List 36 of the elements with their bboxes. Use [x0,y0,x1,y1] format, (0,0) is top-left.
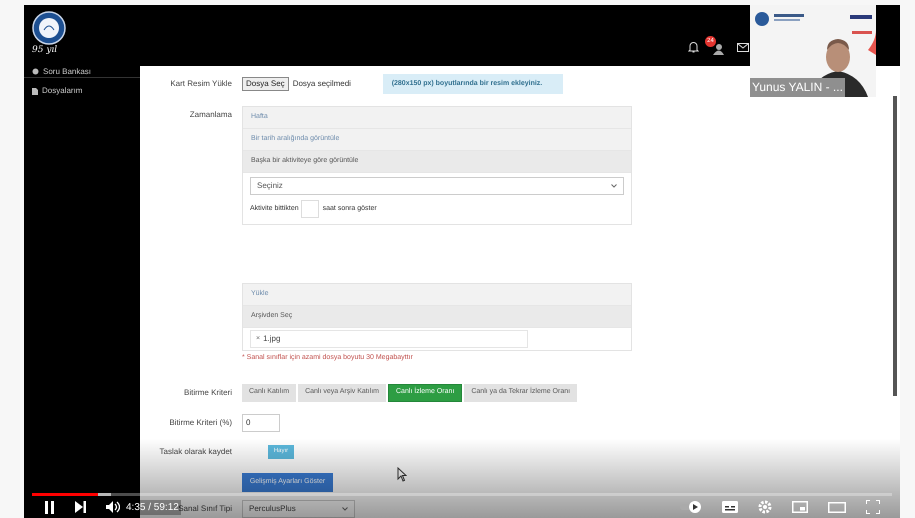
select-field[interactable]: Seçiniz [250,177,624,195]
chevron-down-icon [611,184,617,188]
field-label: Zamanlama [190,109,232,121]
subtitles-icon[interactable] [722,501,738,513]
bell-icon[interactable] [688,41,699,53]
percent-input[interactable]: 0 [242,414,280,432]
hours-input[interactable] [300,200,319,218]
theater-mode-icon[interactable] [828,502,846,512]
participant-name: Yunus YALIN - ... [750,78,845,97]
field-label: Taslak olarak kaydet [160,446,232,458]
fullscreen-icon[interactable] [866,500,880,514]
field-label: Bitirme Kriteri (%) [169,416,232,428]
logo-icon [32,11,66,45]
miniplayer-icon[interactable] [792,501,808,513]
pause-icon[interactable] [44,500,55,514]
field-label: Bitirme Kriteri [184,386,232,398]
mail-icon[interactable] [737,42,749,52]
user-icon[interactable] [710,43,724,55]
scrollbar-thumb[interactable] [893,96,897,396]
field-label: Sanal Sınıf Tipi [178,504,232,514]
file-status: Dosya seçilmedi [292,78,352,90]
circle-icon [32,68,39,75]
next-icon[interactable] [75,501,86,513]
logo-text: 95 yıl [32,46,58,55]
mouse-cursor-icon [397,467,407,482]
settings-icon[interactable] [758,500,772,514]
choose-file-button[interactable]: Dosya Seç [242,77,289,91]
file-icon [32,88,38,94]
autoplay-toggle-icon[interactable] [680,501,702,513]
file-name: 1.jpg [263,333,280,345]
class-type-select[interactable]: PerculusPlus [242,500,355,518]
volume-icon[interactable] [106,501,120,513]
sidebar-item[interactable]: Dosyalarım [24,78,140,104]
sidebar-item[interactable]: Soru Bankası [24,66,140,78]
chevron-down-icon [342,506,348,510]
field-label: Kart Resim Yükle [170,78,232,90]
